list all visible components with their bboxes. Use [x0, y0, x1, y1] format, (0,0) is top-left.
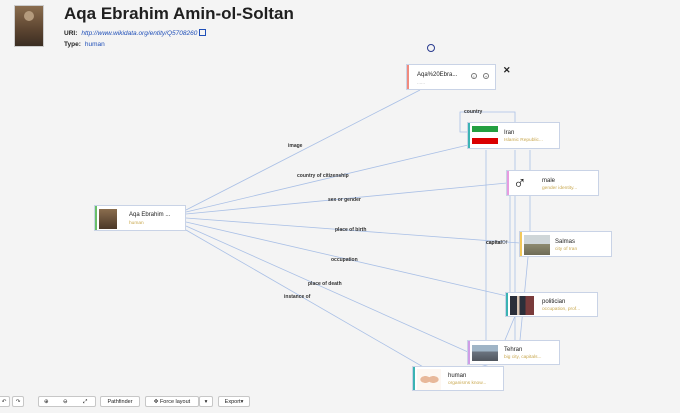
node-subtitle: gender identity...: [542, 186, 578, 191]
node-subtitle: Islamic Republic...: [504, 138, 543, 143]
node-subtitle: city of Iran: [555, 247, 578, 252]
node-salmas[interactable]: Salmas city of Iran: [519, 231, 612, 257]
node-subtitle: ......: [417, 81, 425, 86]
force-layout-button[interactable]: ✥ Force layout: [145, 396, 199, 407]
edge-label-occupation: occupation: [331, 257, 358, 263]
node-type-bar: [507, 171, 509, 195]
politician-image: [510, 296, 534, 315]
zoom-in-icon[interactable]: ⊕: [44, 397, 49, 408]
edge-politician-tehran: [504, 315, 516, 341]
info-icon[interactable]: i: [471, 73, 477, 79]
zoom-controls: ⊕ ⊖ ⤢: [38, 396, 96, 407]
expand-icon[interactable]: +: [483, 73, 489, 79]
force-layout-icon: ✥: [153, 399, 159, 405]
redo-button[interactable]: ↷: [12, 396, 24, 407]
node-subject[interactable]: Aqa Ebrahim ... human: [94, 205, 186, 231]
edge-label-death: place of death: [308, 281, 342, 287]
node-name: male: [542, 178, 556, 184]
node-name: Aqa Ebrahim ...: [129, 212, 171, 218]
male-symbol-icon: ♂: [513, 173, 527, 193]
edge-label-birth: place of birth: [335, 227, 367, 233]
fit-icon[interactable]: ⤢: [83, 397, 87, 408]
edge-label-image: image: [288, 143, 303, 149]
layout-dropdown-button[interactable]: ▾: [199, 396, 213, 407]
edge-label-sex: sex or gender: [328, 197, 361, 203]
node-human[interactable]: human organisms know...: [412, 366, 504, 391]
node-type-bar: [506, 293, 508, 316]
node-type-bar: [468, 123, 470, 148]
pathfinder-button[interactable]: Pathfinder: [100, 396, 140, 407]
node-type-bar: [413, 367, 415, 390]
node-politician[interactable]: politician occupation, prof...: [505, 292, 598, 317]
iran-flag-image: [472, 126, 498, 144]
chevron-down-icon: ▾: [204, 399, 208, 405]
edge-label-instance: instance of: [284, 294, 311, 300]
force-layout-label: Force layout: [159, 399, 191, 405]
node-name: Iran: [504, 130, 515, 136]
node-type-bar: [95, 206, 97, 230]
zoom-out-icon[interactable]: ⊖: [63, 397, 68, 408]
node-image: [99, 209, 117, 229]
edge-label-citizenship: country of citizenship: [297, 173, 349, 179]
node-subtitle: big city, capitals...: [504, 355, 542, 360]
export-button[interactable]: Export▾: [218, 396, 250, 407]
node-type-bar: [520, 232, 522, 256]
node-name: Aqa%20Ebra...: [417, 72, 458, 78]
salmas-image: [524, 235, 550, 255]
node-iran[interactable]: Iran Islamic Republic...: [467, 122, 560, 149]
edge-death: [185, 225, 469, 353]
node-name: Tehran: [504, 347, 523, 353]
human-image: [417, 369, 441, 390]
tehran-image: [472, 345, 498, 361]
undo-button[interactable]: ↶: [0, 396, 10, 407]
close-icon[interactable]: ✕: [503, 65, 511, 76]
node-subtitle: occupation, prof...: [542, 307, 581, 312]
node-tehran[interactable]: Tehran big city, capitals...: [467, 340, 560, 365]
edge-label-capitalof-text: capitalOf: [486, 240, 508, 246]
node-subtitle: organisms know...: [448, 381, 487, 386]
node-subtitle: human: [129, 221, 144, 226]
node-image-literal[interactable]: Aqa%20Ebra... ...... i +: [406, 64, 496, 90]
chevron-down-icon: ▾: [240, 399, 244, 405]
edge-label-country: country: [464, 109, 483, 115]
undo-icon: ↶: [1, 399, 7, 405]
edge-image: [185, 89, 421, 211]
node-type-bar: [468, 341, 470, 364]
node-male[interactable]: ♂ male gender identity...: [506, 170, 599, 196]
edge-label-capital: capital capitalOf: [486, 240, 507, 246]
redo-icon: ↷: [15, 399, 21, 405]
node-name: human: [448, 373, 467, 379]
node-name: Salmas: [555, 239, 576, 245]
export-label: Export: [224, 399, 241, 405]
node-type-bar: [407, 65, 409, 89]
node-name: politician: [542, 299, 566, 305]
